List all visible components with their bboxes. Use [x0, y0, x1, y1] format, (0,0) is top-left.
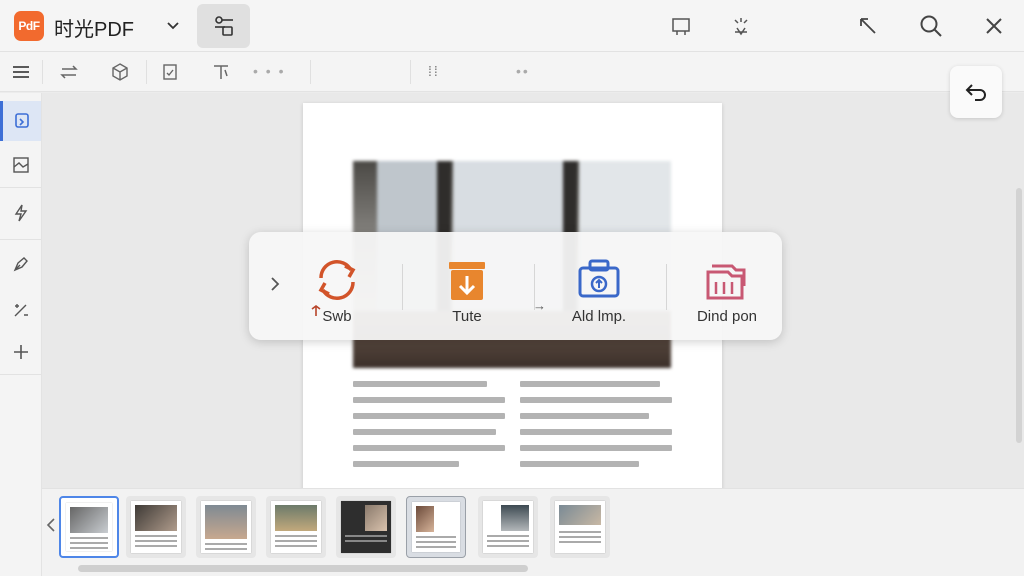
collapse-arrow-icon[interactable]	[854, 12, 882, 40]
title-bar: PdF 时光PDF	[0, 0, 1024, 52]
panel-divider	[666, 264, 667, 310]
toolbar-divider	[146, 60, 147, 84]
thumbnail-strip	[42, 488, 1024, 576]
convert-page-icon	[15, 113, 29, 128]
action-label: Ald lmp.	[571, 308, 627, 325]
menu-icon[interactable]	[9, 60, 33, 84]
page-thumbnail[interactable]	[266, 496, 326, 558]
action-label: Swb	[322, 308, 352, 325]
settings-sliders-icon	[214, 16, 233, 36]
rail-item-draw[interactable]	[0, 290, 41, 330]
refresh-icon	[310, 254, 364, 306]
rail-divider	[0, 239, 41, 240]
rail-item-sign[interactable]	[0, 244, 41, 284]
page-thumbnail[interactable]	[478, 496, 538, 558]
rail-divider	[0, 374, 41, 375]
page-thumbnail[interactable]	[336, 496, 396, 558]
action-ald-button[interactable]: Ald lmp.	[544, 250, 654, 330]
more-icon[interactable]: • • •	[253, 63, 285, 79]
edit-doc-icon[interactable]	[158, 60, 182, 84]
page-thumbnail[interactable]	[550, 496, 610, 558]
swap-icon[interactable]	[57, 60, 81, 84]
mode-switch-button[interactable]	[197, 4, 250, 48]
page-thumbnail[interactable]	[196, 496, 256, 558]
export-down-icon	[440, 254, 494, 306]
pen-nib-icon	[13, 257, 28, 272]
search-icon[interactable]	[917, 12, 945, 40]
horizontal-scrollbar[interactable]	[78, 565, 528, 572]
page-thumbnail[interactable]	[406, 496, 466, 558]
vertical-scrollbar[interactable]	[1016, 188, 1022, 443]
action-label: Tute	[452, 308, 482, 325]
text-column-left	[353, 381, 505, 477]
undo-arrow-icon	[965, 84, 986, 101]
action-swb-button[interactable]: Swb	[282, 250, 392, 330]
text-column-right	[520, 381, 672, 477]
app-title: 时光PDF	[54, 19, 134, 41]
action-tute-button[interactable]: Tute	[412, 250, 522, 330]
close-icon[interactable]	[980, 12, 1008, 40]
chevron-left-icon[interactable]	[44, 513, 58, 537]
cube-icon[interactable]	[108, 60, 132, 84]
chevron-down-icon[interactable]	[160, 12, 186, 38]
action-label: Dind pon	[696, 308, 758, 325]
toolbar-divider	[410, 60, 411, 84]
image-grid-icon	[12, 157, 29, 173]
folder-stack-icon	[700, 254, 754, 306]
rail-item-quick[interactable]	[0, 193, 41, 233]
undo-button[interactable]	[950, 66, 1002, 118]
action-dind-button[interactable]: Dind pon	[672, 250, 782, 330]
lightning-icon	[14, 204, 27, 222]
plus-icon	[13, 345, 28, 359]
page-thumbnail[interactable]	[126, 496, 186, 558]
rail-item-add[interactable]	[0, 332, 41, 372]
toolbar-divider	[42, 60, 43, 84]
grip-icon[interactable]: ⁞⁞	[428, 63, 440, 79]
left-rail	[0, 93, 42, 576]
toolbar: • • • ⁞⁞ ••	[0, 52, 1024, 92]
rail-item-image[interactable]	[0, 145, 41, 185]
upload-briefcase-icon	[572, 254, 626, 306]
text-tool-icon[interactable]	[209, 60, 233, 84]
magic-select-icon[interactable]	[727, 12, 755, 40]
more-icon[interactable]: ••	[516, 63, 530, 79]
crop-icon[interactable]	[667, 12, 695, 40]
toolbar-divider	[310, 60, 311, 84]
pencil-icon	[14, 304, 28, 317]
app-logo: PdF	[14, 11, 44, 41]
action-panel: Swb Tute → Ald lmp. Dind pon	[249, 232, 782, 340]
panel-divider	[402, 264, 403, 310]
pin-icon	[309, 304, 323, 321]
rail-item-convert[interactable]	[0, 101, 41, 141]
page-thumbnail[interactable]	[59, 496, 119, 558]
rail-divider	[0, 187, 41, 188]
